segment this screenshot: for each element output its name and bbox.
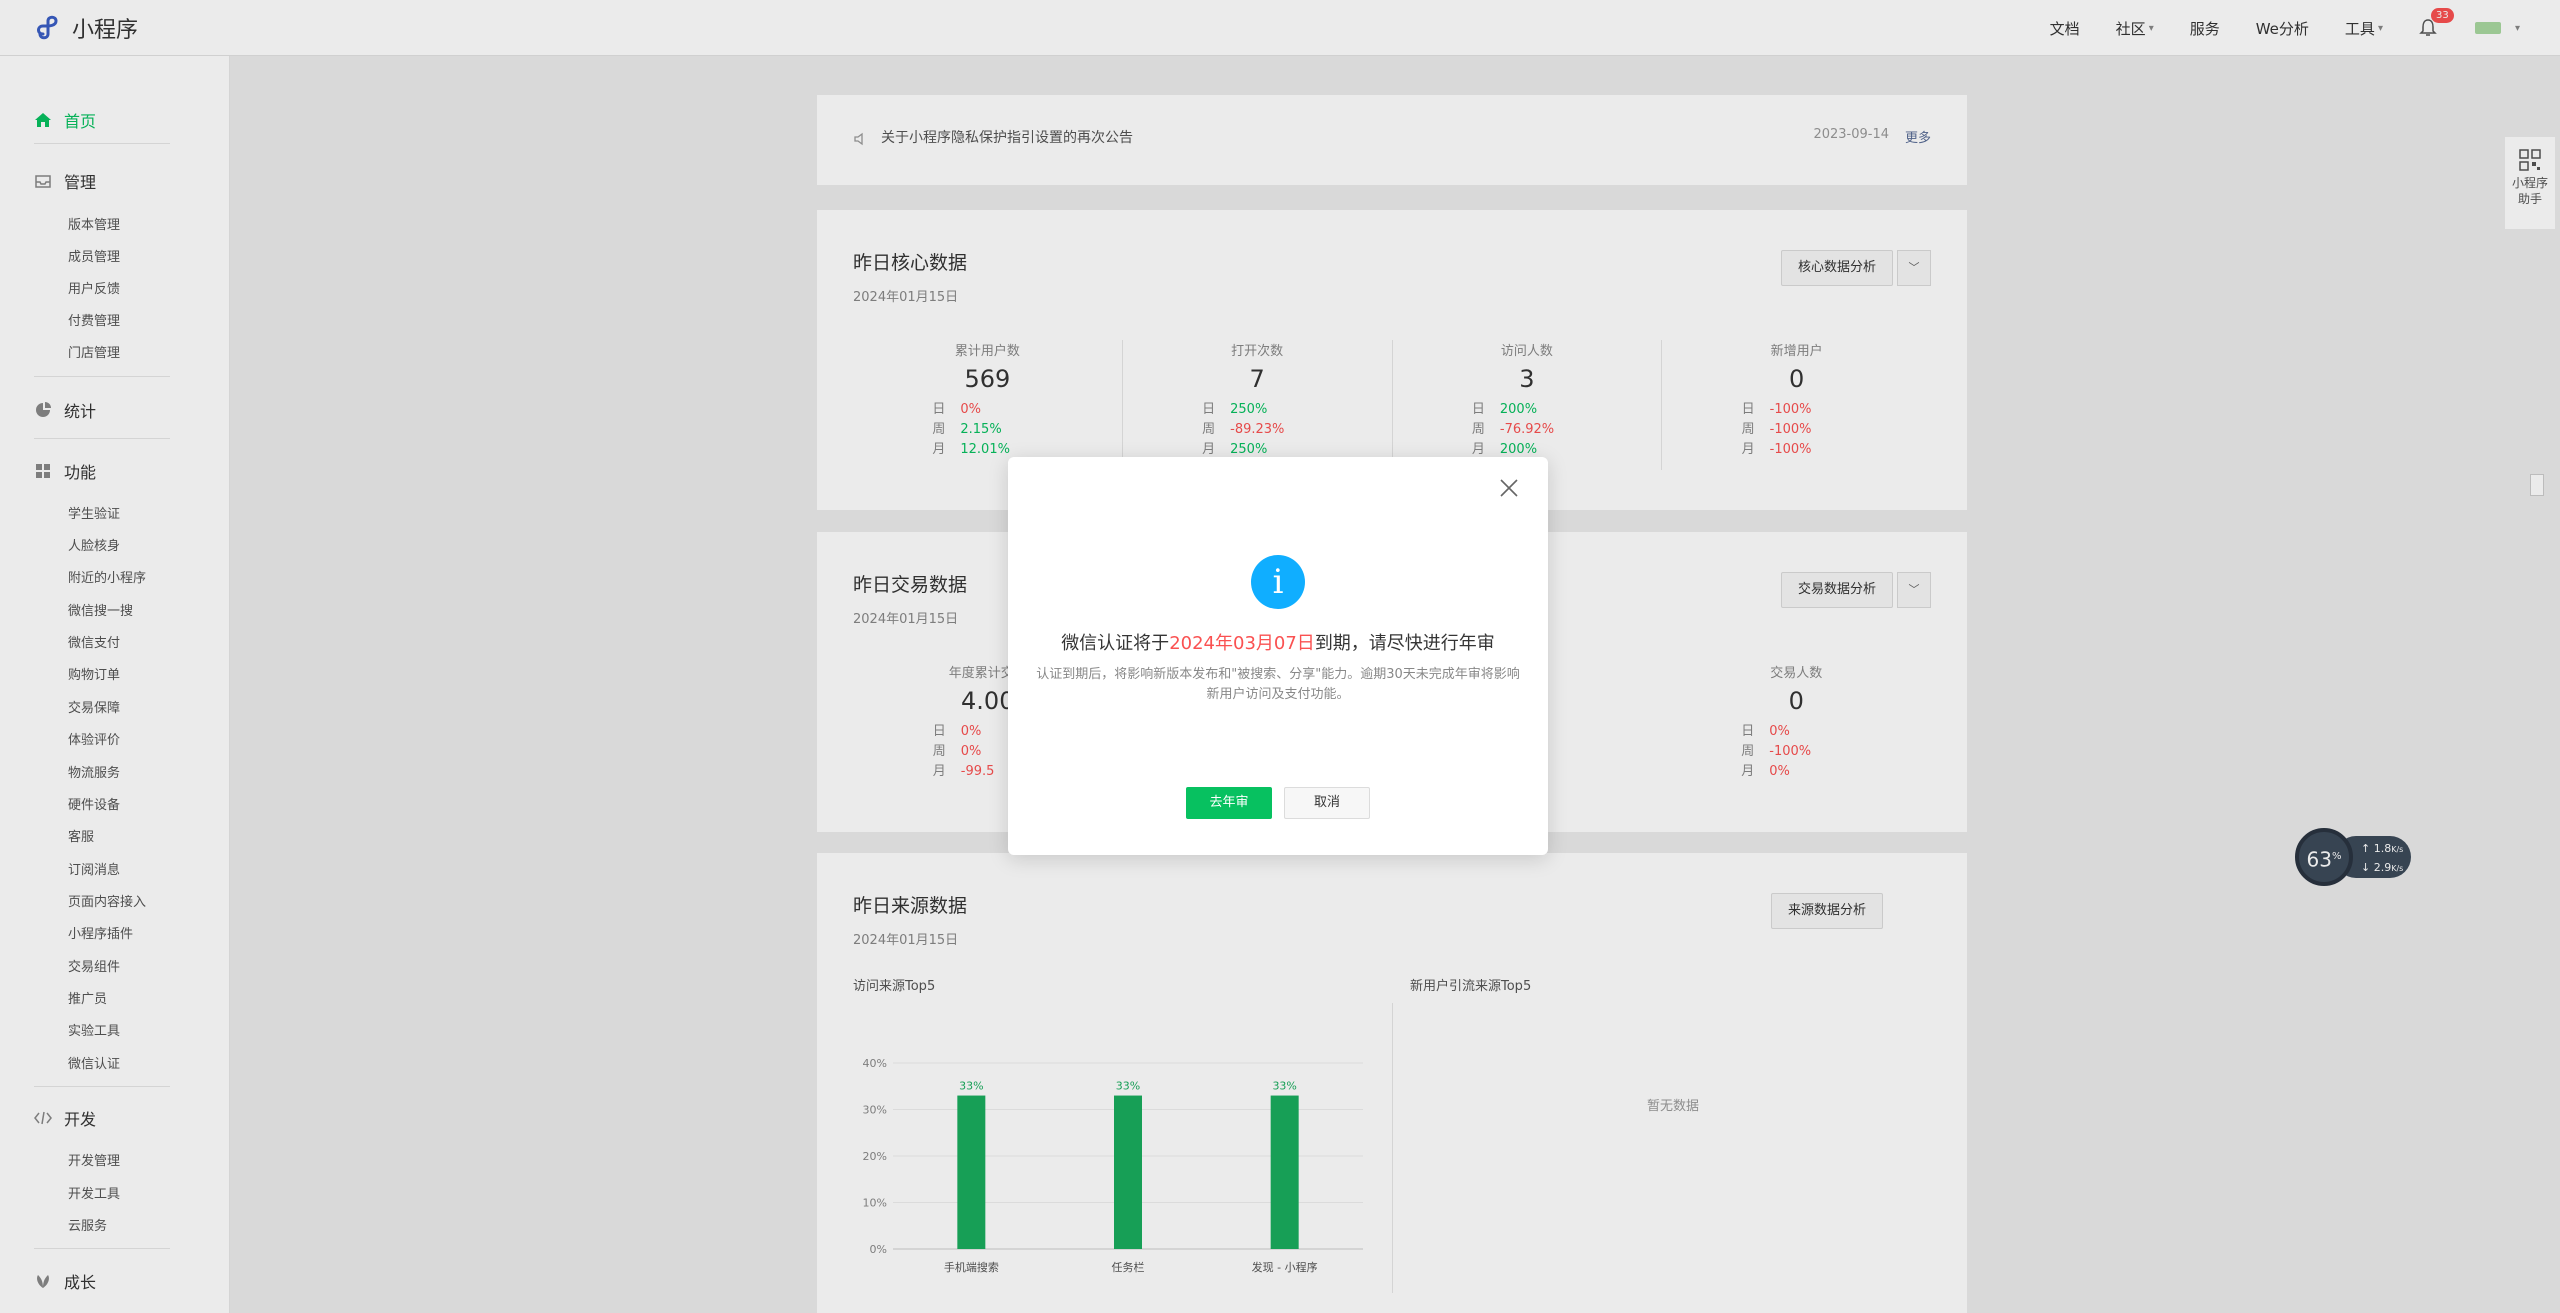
modal-title-date: 2024年03月07日 [1169,633,1315,654]
info-icon: i [1251,555,1305,609]
modal-title: 微信认证将于2024年03月07日到期，请尽快进行年审 [1008,629,1548,655]
cancel-button[interactable]: 取消 [1284,787,1370,819]
modal-description: 认证到期后，将影响新版本发布和"被搜索、分享"能力。逾期30天未完成年审将影响新… [1036,667,1520,702]
certification-modal: i 微信认证将于2024年03月07日到期，请尽快进行年审 认证到期后，将影响新… [1008,457,1548,855]
annual-review-button[interactable]: 去年审 [1186,787,1272,819]
close-icon[interactable] [1498,477,1520,499]
modal-title-suffix: 到期，请尽快进行年审 [1314,633,1495,654]
modal-title-prefix: 微信认证将于 [1061,633,1170,654]
modal-actions: 去年审 取消 [1008,787,1548,819]
